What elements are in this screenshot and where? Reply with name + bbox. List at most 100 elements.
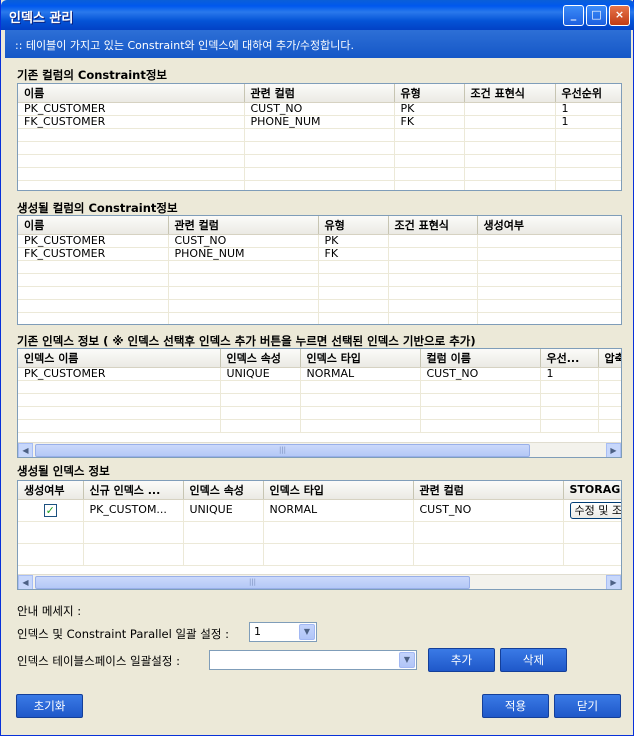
new-indexes-hscrollbar[interactable]: ◀ ||| ▶: [18, 574, 621, 589]
storage-edit-button[interactable]: 수정 및 조: [569, 501, 621, 519]
cell-name: PK_CUSTOMER: [18, 102, 245, 116]
col-header-index-attr[interactable]: 인덱스 속성: [220, 349, 301, 368]
col-header-create-flag[interactable]: 생성여부: [477, 216, 621, 235]
cell-priority: 1: [555, 115, 621, 129]
empty-row: [18, 521, 621, 544]
cell-index-attr[interactable]: UNIQUE: [183, 499, 264, 522]
cell-name: FK_CUSTOMER: [18, 115, 245, 129]
dropdown-icon[interactable]: ▼: [399, 652, 415, 668]
new-constraints-grid[interactable]: 이름 관련 컬럼 유형 조건 표현식 생성여부 PK_CUSTOMER CUST…: [17, 215, 622, 325]
col-header-index-type[interactable]: 인덱스 타입: [263, 481, 414, 500]
empty-row: [18, 419, 621, 433]
title-bar[interactable]: 인덱스 관리 _ □ ×: [1, 0, 634, 30]
close-button[interactable]: 닫기: [554, 694, 621, 718]
col-header-condition[interactable]: 조건 표현식: [464, 84, 556, 103]
cell-related-column: CUST_NO: [244, 102, 395, 116]
col-header-related-column[interactable]: 관련 컬럼: [168, 216, 319, 235]
table-row[interactable]: PK_CUSTOMER CUST_NO PK: [18, 234, 621, 248]
col-header-compress[interactable]: 압축: [598, 349, 621, 368]
col-header-type[interactable]: 유형: [394, 84, 465, 103]
col-header-index-type[interactable]: 인덱스 타입: [300, 349, 421, 368]
minimize-button[interactable]: _: [563, 5, 584, 26]
col-header-new-index-name[interactable]: 신규 인덱스 ...: [83, 481, 184, 500]
col-header-name[interactable]: 이름: [18, 84, 245, 103]
col-header-index-attr[interactable]: 인덱스 속성: [183, 481, 264, 500]
parallel-select[interactable]: 1 ▼: [249, 622, 317, 642]
col-header-type[interactable]: 유형: [318, 216, 389, 235]
empty-row: [18, 154, 621, 168]
description-banner: :: 테이블이 가지고 있는 Constraint와 인덱스에 대하여 추가/수…: [5, 30, 631, 58]
header-row: 생성여부 신규 인덱스 ... 인덱스 속성 인덱스 타입 관련 컬럼 STOR…: [18, 481, 621, 500]
existing-indexes-hscrollbar[interactable]: ◀ ||| ▶: [18, 442, 621, 457]
reset-button[interactable]: 초기화: [16, 694, 83, 718]
cell-type: PK: [318, 234, 389, 248]
cell-compress: [598, 367, 621, 381]
scroll-left-icon[interactable]: ◀: [18, 443, 33, 457]
cell-priority: 1: [540, 367, 599, 381]
empty-row: [18, 128, 621, 142]
table-row[interactable]: ✓ PK_CUSTOM... UNIQUE NORMAL CUST_NO 수정 …: [18, 499, 621, 522]
col-header-related-column[interactable]: 관련 컬럼: [244, 84, 395, 103]
new-constraints-title: 생성될 컬럼의 Constraint정보: [17, 201, 178, 215]
cell-index-type[interactable]: NORMAL: [263, 499, 414, 522]
empty-row: [18, 406, 621, 420]
cell-index-attr: UNIQUE: [220, 367, 301, 381]
col-header-priority[interactable]: 우선...: [540, 349, 599, 368]
empty-row: [18, 286, 621, 300]
existing-indexes-grid[interactable]: 인덱스 이름 인덱스 속성 인덱스 타입 컬럼 이름 우선... 압축 PK_C…: [17, 348, 622, 458]
cell-create-flag: [477, 234, 621, 248]
scroll-right-icon[interactable]: ▶: [606, 575, 621, 589]
cell-type: FK: [394, 115, 465, 129]
cell-type: PK: [394, 102, 465, 116]
cell-related-column: PHONE_NUM: [244, 115, 395, 129]
table-row[interactable]: PK_CUSTOMER UNIQUE NORMAL CUST_NO 1: [18, 367, 621, 381]
delete-button[interactable]: 삭제: [500, 648, 567, 672]
tablespace-select[interactable]: ▼: [209, 650, 417, 670]
parallel-label: 인덱스 및 Constraint Parallel 일괄 설정 :: [17, 627, 229, 641]
existing-constraints-title: 기존 컬럼의 Constraint정보: [17, 68, 167, 82]
cell-related-column[interactable]: CUST_NO: [413, 499, 564, 522]
table-row[interactable]: PK_CUSTOMER CUST_NO PK 1: [18, 102, 621, 116]
col-header-name[interactable]: 이름: [18, 216, 169, 235]
col-header-create-flag[interactable]: 생성여부: [18, 481, 84, 500]
cell-index-name: PK_CUSTOMER: [18, 367, 221, 381]
cell-type: FK: [318, 247, 389, 261]
dropdown-icon[interactable]: ▼: [299, 624, 315, 640]
cell-name: PK_CUSTOMER: [18, 234, 169, 248]
empty-row: [18, 312, 621, 324]
cell-create-flag[interactable]: ✓: [18, 499, 84, 522]
col-header-index-name[interactable]: 인덱스 이름: [18, 349, 221, 368]
message-label: 안내 메세지 :: [17, 604, 82, 618]
header-row: 이름 관련 컬럼 유형 조건 표현식 생성여부: [18, 216, 621, 235]
scroll-right-icon[interactable]: ▶: [606, 443, 621, 457]
close-window-button[interactable]: ×: [609, 5, 630, 26]
col-header-related-column[interactable]: 관련 컬럼: [413, 481, 564, 500]
col-header-condition[interactable]: 조건 표현식: [388, 216, 478, 235]
maximize-button[interactable]: □: [586, 5, 607, 26]
scroll-thumb[interactable]: |||: [35, 576, 470, 589]
scroll-thumb[interactable]: |||: [35, 444, 530, 457]
cell-create-flag: [477, 247, 621, 261]
index-management-window: 인덱스 관리 _ □ × :: 테이블이 가지고 있는 Constraint와 …: [0, 0, 634, 736]
cell-new-index-name[interactable]: PK_CUSTOM...: [83, 499, 184, 522]
create-checkbox[interactable]: ✓: [43, 503, 57, 517]
existing-indexes-title: 기존 인덱스 정보 ( ※ 인덱스 선택후 인덱스 추가 버튼을 누르면 선택된…: [17, 334, 476, 348]
tablespace-label: 인덱스 테이블스페이스 일괄설정 :: [17, 654, 180, 668]
empty-row: [18, 273, 621, 287]
cell-condition: [388, 234, 478, 248]
col-header-column-name[interactable]: 컬럼 이름: [420, 349, 541, 368]
parallel-value: 1: [254, 625, 261, 638]
table-row[interactable]: FK_CUSTOMER PHONE_NUM FK: [18, 247, 621, 261]
cell-name: FK_CUSTOMER: [18, 247, 169, 261]
add-button[interactable]: 추가: [428, 648, 495, 672]
apply-button[interactable]: 적용: [482, 694, 549, 718]
col-header-storage[interactable]: STORAGE: [563, 481, 621, 500]
empty-row: [18, 380, 621, 394]
table-row[interactable]: FK_CUSTOMER PHONE_NUM FK 1: [18, 115, 621, 129]
cell-condition: [388, 247, 478, 261]
scroll-left-icon[interactable]: ◀: [18, 575, 33, 589]
new-indexes-grid[interactable]: 생성여부 신규 인덱스 ... 인덱스 속성 인덱스 타입 관련 컬럼 STOR…: [17, 480, 622, 590]
existing-constraints-grid[interactable]: 이름 관련 컬럼 유형 조건 표현식 우선순위 PK_CUSTOMER CUST…: [17, 83, 622, 191]
new-indexes-title: 생성될 인덱스 정보: [17, 464, 110, 478]
col-header-priority[interactable]: 우선순위: [555, 84, 621, 103]
